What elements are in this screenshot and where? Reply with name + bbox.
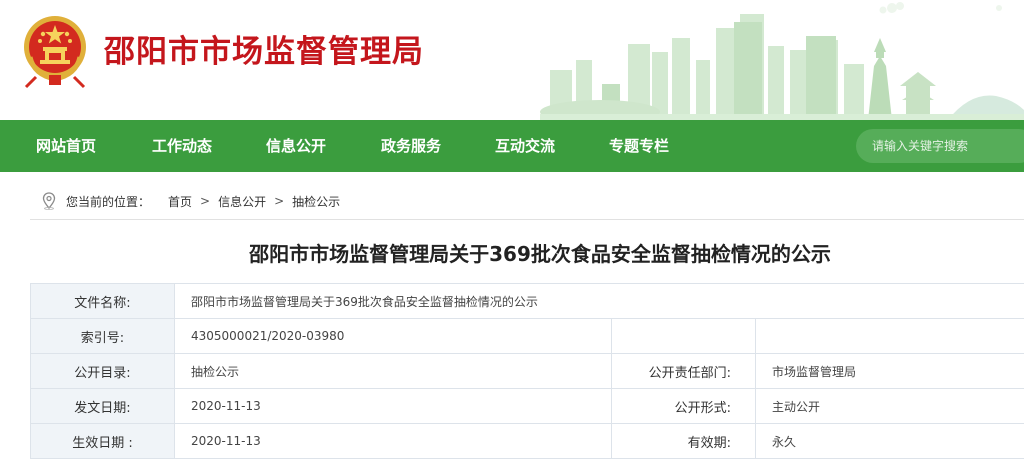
breadcrumb-home[interactable]: 首页	[168, 193, 192, 210]
site-header: 邵阳市市场监督管理局	[0, 0, 1024, 120]
empty-label-cell	[611, 318, 756, 354]
site-title[interactable]: 邵阳市市场监督管理局	[104, 26, 424, 71]
dept-value: 市场监督管理局	[754, 353, 1024, 389]
table-row: 生效日期 : 2020-11-13 有效期: 永久	[30, 423, 1024, 459]
table-row: 发文日期: 2020-11-13 公开形式: 主动公开	[30, 388, 1024, 424]
breadcrumb-inspection-notice[interactable]: 抽检公示	[292, 193, 340, 210]
document-info-table: 文件名称: 邵阳市市场监督管理局关于369批次食品安全监督抽检情况的公示 索引号…	[30, 283, 1024, 459]
nav-item-special-topics[interactable]: 专题专栏	[609, 120, 669, 172]
nav-item-info-disclosure[interactable]: 信息公开	[266, 120, 326, 172]
validity-value: 永久	[754, 423, 1024, 459]
form-value: 主动公开	[754, 388, 1024, 424]
search-input[interactable]	[872, 129, 1022, 163]
validity-label: 有效期:	[611, 423, 756, 459]
empty-value-cell	[754, 318, 1024, 354]
effective-date-label: 生效日期 :	[30, 423, 175, 459]
nav-item-gov-services[interactable]: 政务服务	[381, 120, 441, 172]
nav-item-home[interactable]: 网站首页	[36, 120, 96, 172]
location-pin-icon	[42, 192, 56, 210]
page-title: 邵阳市市场监督管理局关于369批次食品安全监督抽检情况的公示	[249, 242, 831, 266]
issue-date-label: 发文日期:	[30, 388, 175, 424]
divider	[30, 219, 1024, 220]
nav-item-work-news[interactable]: 工作动态	[152, 120, 212, 172]
dept-label: 公开责任部门:	[611, 353, 756, 389]
catalog-value: 抽检公示	[174, 353, 612, 389]
city-skyline-illustration	[540, 2, 1024, 120]
nav-item-interaction[interactable]: 互动交流	[495, 120, 555, 172]
effective-date-value: 2020-11-13	[174, 423, 612, 459]
search-box	[856, 129, 1024, 163]
breadcrumb-prefix: 您当前的位置：	[66, 194, 151, 209]
index-value: 4305000021/2020-03980	[174, 318, 612, 354]
table-row: 索引号: 4305000021/2020-03980	[30, 318, 1024, 354]
breadcrumb-separator: >	[274, 194, 285, 208]
table-row: 公开目录: 抽检公示 公开责任部门: 市场监督管理局	[30, 353, 1024, 389]
file-name-value: 邵阳市市场监督管理局关于369批次食品安全监督抽检情况的公示	[173, 283, 1024, 319]
catalog-label: 公开目录:	[30, 353, 175, 389]
form-label: 公开形式:	[611, 388, 756, 424]
national-emblem-icon[interactable]	[22, 13, 88, 89]
breadcrumb: 您当前的位置： 首页 > 信息公开 > 抽检公示	[42, 192, 340, 210]
table-row: 文件名称: 邵阳市市场监督管理局关于369批次食品安全监督抽检情况的公示	[30, 283, 1024, 319]
breadcrumb-separator: >	[200, 194, 211, 208]
breadcrumb-info-disclosure[interactable]: 信息公开	[218, 193, 266, 210]
index-label: 索引号:	[30, 318, 175, 354]
file-name-label: 文件名称:	[30, 283, 175, 319]
issue-date-value: 2020-11-13	[174, 388, 612, 424]
